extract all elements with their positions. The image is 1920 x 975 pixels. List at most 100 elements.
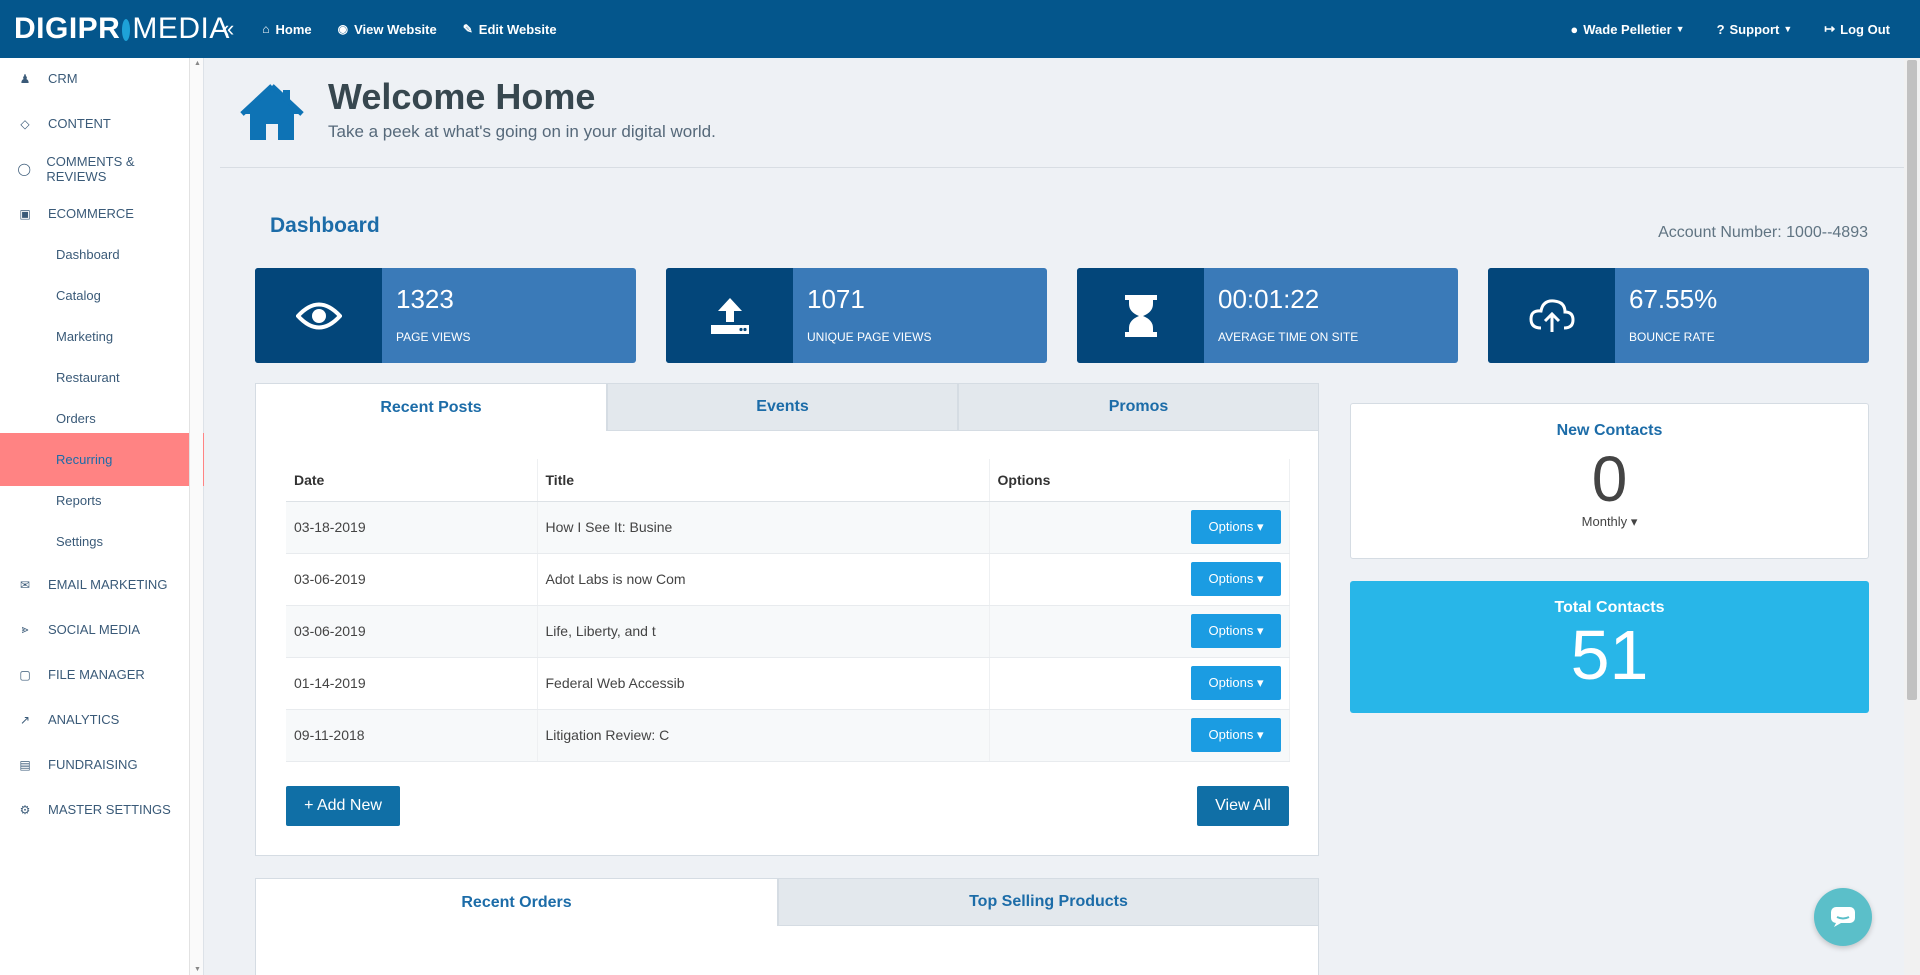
sidebar-item-file-manager[interactable]: ▢ FILE MANAGER xyxy=(0,654,190,695)
sidebar-item-social-media[interactable]: ⪢ SOCIAL MEDIA xyxy=(0,609,190,650)
view-all-button[interactable]: View All xyxy=(1197,786,1289,826)
stat-bounce-rate: 67.55% BOUNCE RATE xyxy=(1488,268,1869,363)
sidebar-item-analytics[interactable]: ↗ ANALYTICS xyxy=(0,699,190,740)
cell-title[interactable]: How I See It: Busine xyxy=(537,501,990,554)
cell-options: Options ▾ xyxy=(989,605,1290,658)
posts-panel: Date Title Options 03-18-2019 How I See … xyxy=(255,431,1319,856)
gift-icon: ▣ xyxy=(19,206,31,221)
sidebar-scrollbar[interactable]: ▲ ▼ xyxy=(189,58,203,975)
cell-date: 03-06-2019 xyxy=(286,553,538,606)
users-icon: ♟ xyxy=(19,71,31,86)
sidebar-item-master-settings[interactable]: ⚙ MASTER SETTINGS xyxy=(0,789,190,830)
page-title: Welcome Home xyxy=(328,76,596,117)
chevron-down-icon: ▼ xyxy=(1675,24,1685,34)
chat-bubble-icon xyxy=(1831,907,1855,927)
sidebar-item-content[interactable]: ◇ CONTENT xyxy=(0,103,190,144)
tab-top-selling-products[interactable]: Top Selling Products xyxy=(778,878,1319,926)
logo-text-right: MEDIA xyxy=(132,12,230,45)
scrollbar-thumb[interactable] xyxy=(1907,60,1917,700)
sidebar-item-comments[interactable]: ◯ COMMENTS & REVIEWS xyxy=(0,148,190,189)
question-icon: ? xyxy=(1716,21,1725,37)
sidebar-item-label: FUNDRAISING xyxy=(48,757,138,772)
stat-label: BOUNCE RATE xyxy=(1629,330,1715,344)
total-contacts-title: Total Contacts xyxy=(1554,599,1665,616)
brand-logo[interactable]: DIGIPR MEDIA xyxy=(0,0,229,58)
sidebar-item-label: EMAIL MARKETING xyxy=(48,577,168,592)
support-label: Support xyxy=(1729,21,1780,37)
stat-value: 67.55% xyxy=(1629,284,1718,314)
logout-link[interactable]: ↦ Log Out xyxy=(1824,21,1890,37)
tab-promos[interactable]: Promos xyxy=(958,383,1319,431)
column-header-date: Date xyxy=(286,459,538,502)
sidebar-sub-catalog[interactable]: Catalog xyxy=(0,275,204,316)
options-dropdown-button[interactable]: Options ▾ xyxy=(1191,718,1281,752)
chat-widget-button[interactable] xyxy=(1814,888,1872,946)
user-menu[interactable]: ● Wade Pelletier ▼ xyxy=(1570,22,1684,37)
sidebar-item-fundraising[interactable]: ▤ FUNDRAISING xyxy=(0,744,190,785)
sidebar-item-crm[interactable]: ♟ CRM xyxy=(0,58,190,99)
sidebar-item-label: ANALYTICS xyxy=(48,712,120,727)
sidebar-sub-dashboard[interactable]: Dashboard xyxy=(0,234,204,275)
cell-title[interactable]: Life, Liberty, and t xyxy=(537,605,990,658)
edit-website-link[interactable]: ✎ Edit Website xyxy=(463,22,557,37)
home-icon xyxy=(240,84,304,140)
comment-icon: ◯ xyxy=(17,161,31,176)
sidebar-item-label: MASTER SETTINGS xyxy=(48,802,171,817)
user-circle-icon: ● xyxy=(1570,21,1579,37)
period-select[interactable]: Monthly ▾ xyxy=(1351,514,1868,530)
options-dropdown-button[interactable]: Options ▾ xyxy=(1191,614,1281,648)
sidebar-sub-settings[interactable]: Settings xyxy=(0,521,204,562)
collapse-sidebar-button[interactable]: « xyxy=(222,16,234,42)
add-new-button[interactable]: + Add New xyxy=(286,786,400,826)
eye-small-icon: ◉ xyxy=(337,22,349,36)
cell-date: 03-18-2019 xyxy=(286,501,538,554)
sidebar-sub-marketing[interactable]: Marketing xyxy=(0,316,204,357)
tab-recent-orders[interactable]: Recent Orders xyxy=(255,878,778,926)
sidebar-item-email-marketing[interactable]: ✉ EMAIL MARKETING xyxy=(0,564,190,605)
view-website-link[interactable]: ◉ View Website xyxy=(338,22,437,37)
home-link[interactable]: ⌂ Home xyxy=(262,22,311,37)
cell-date: 01-14-2019 xyxy=(286,657,538,710)
orders-tabs: Recent Orders Top Selling Products xyxy=(255,878,1319,926)
cell-title[interactable]: Adot Labs is now Com xyxy=(537,553,990,606)
logo-text-left: DIGIPR xyxy=(14,12,121,45)
column-header-options: Options xyxy=(989,459,1290,502)
sidebar-item-ecommerce[interactable]: ▣ ECOMMERCE xyxy=(0,193,190,234)
options-label: Options xyxy=(1208,519,1254,534)
options-dropdown-button[interactable]: Options ▾ xyxy=(1191,510,1281,544)
stat-label: AVERAGE TIME ON SITE xyxy=(1218,330,1359,344)
caret-down-icon: ▾ xyxy=(1256,675,1264,690)
cell-date: 09-11-2018 xyxy=(286,709,538,762)
caret-down-icon: ▾ xyxy=(1630,514,1638,529)
logout-label: Log Out xyxy=(1840,21,1890,37)
new-contacts-count: 0 xyxy=(1591,443,1628,515)
tab-recent-posts[interactable]: Recent Posts xyxy=(255,383,607,431)
caret-down-icon: ▾ xyxy=(1256,571,1264,586)
options-dropdown-button[interactable]: Options ▾ xyxy=(1191,562,1281,596)
envelope-icon: ✉ xyxy=(19,577,31,592)
total-contacts-card: Total Contacts 51 xyxy=(1350,581,1869,713)
cell-title[interactable]: Federal Web Accessib xyxy=(537,657,990,710)
options-dropdown-button[interactable]: Options ▾ xyxy=(1191,666,1281,700)
scroll-up-icon[interactable]: ▲ xyxy=(194,60,201,67)
table-row: 03-06-2019 Life, Liberty, and t Options … xyxy=(286,605,1290,658)
page-header: Welcome Home Take a peek at what's going… xyxy=(220,58,1904,168)
table-header-row: Date Title Options xyxy=(286,459,1290,502)
posts-table: Date Title Options 03-18-2019 How I See … xyxy=(286,459,1290,762)
sidebar-sub-recurring[interactable]: Recurring xyxy=(0,433,204,486)
support-menu[interactable]: ? Support ▼ xyxy=(1717,22,1793,37)
account-number: Account Number: 1000--4893 xyxy=(1658,224,1868,241)
table-row: 03-06-2019 Adot Labs is now Com Options … xyxy=(286,553,1290,606)
stat-value: 1323 xyxy=(396,284,454,314)
tab-events[interactable]: Events xyxy=(607,383,958,431)
scroll-down-icon[interactable]: ▼ xyxy=(194,966,201,973)
sidebar-sub-reports[interactable]: Reports xyxy=(0,480,204,521)
page-scrollbar[interactable] xyxy=(1904,58,1920,975)
view-website-label: View Website xyxy=(354,21,437,37)
cell-title[interactable]: Litigation Review: C xyxy=(537,709,990,762)
page-subtitle: Take a peek at what's going on in your d… xyxy=(328,122,716,141)
sidebar-sub-restaurant[interactable]: Restaurant xyxy=(0,357,204,398)
options-label: Options xyxy=(1208,675,1254,690)
stat-value: 00:01:22 xyxy=(1218,284,1320,314)
chart-icon: ↗ xyxy=(19,712,31,727)
